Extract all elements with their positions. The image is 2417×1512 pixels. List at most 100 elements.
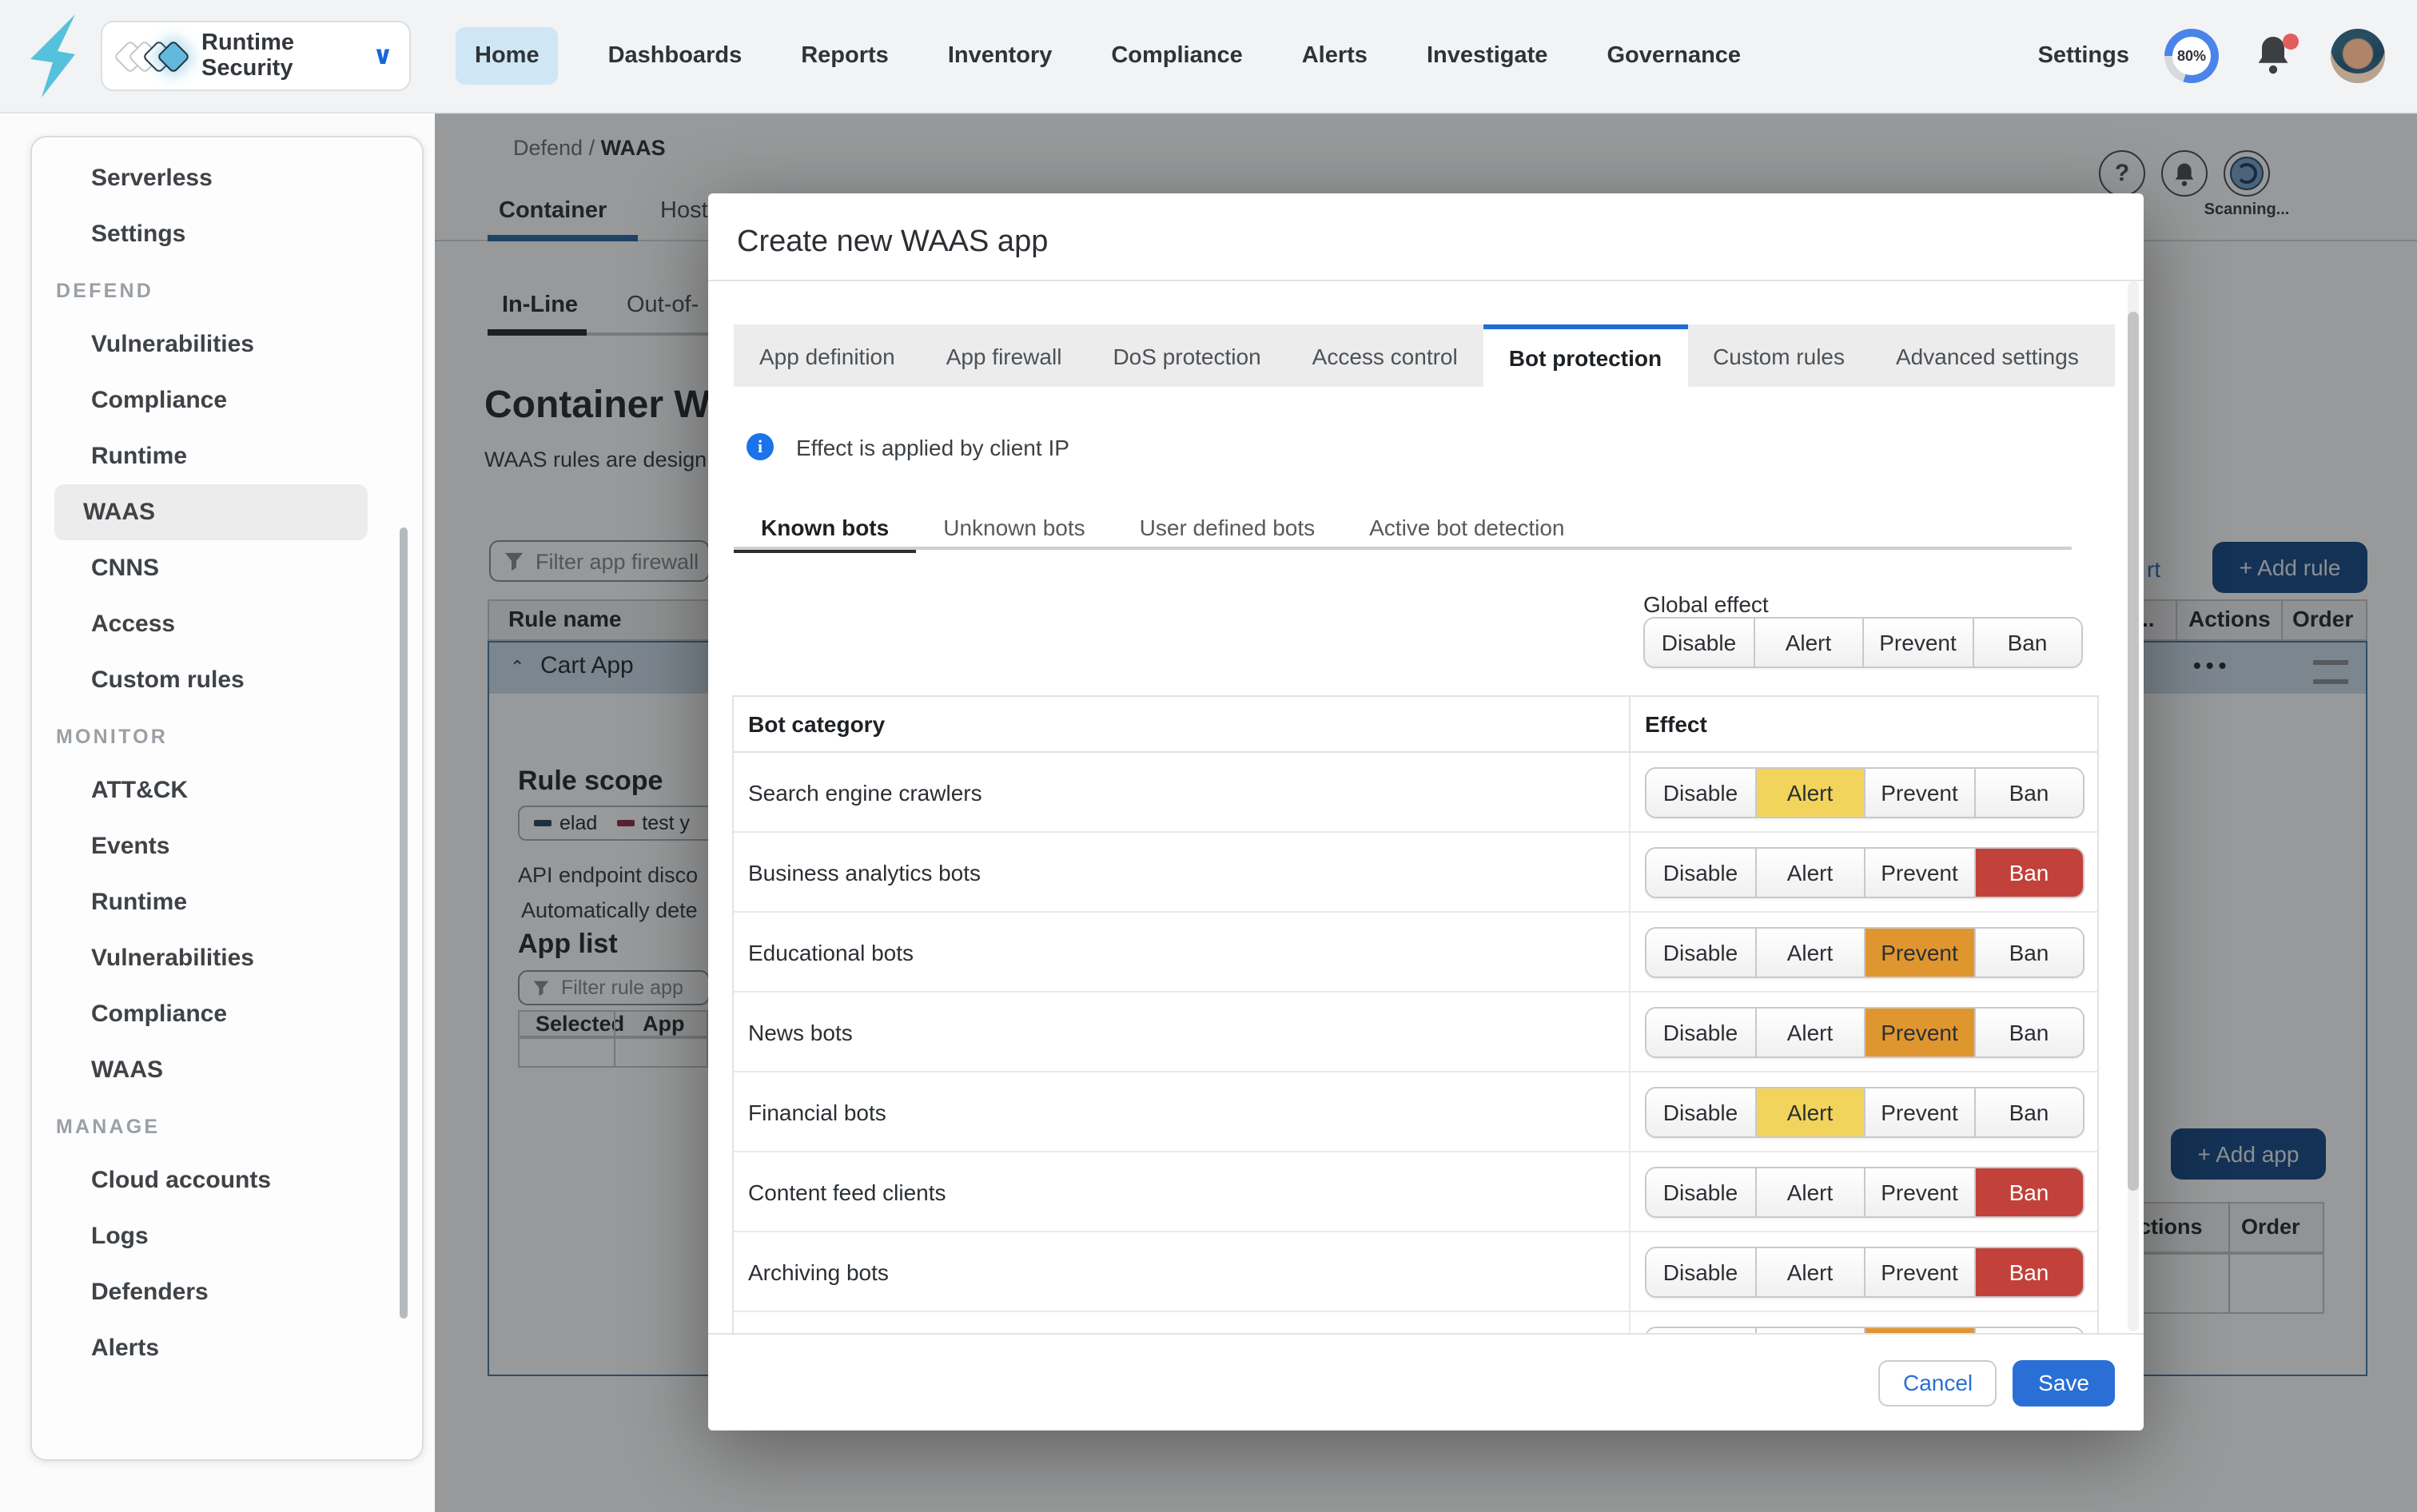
bot-category-label: Archiving bots (734, 1232, 1629, 1311)
nav-item-governance[interactable]: Governance (1597, 27, 1750, 85)
modal-tab-advanced-settings[interactable]: Advanced settings (1870, 324, 2104, 387)
modal-tab-custom-rules[interactable]: Custom rules (1687, 324, 1870, 387)
nav-item-inventory[interactable]: Inventory (938, 27, 1062, 85)
sidebar-item-logs[interactable]: Logs (54, 1208, 368, 1264)
effect-alert-button[interactable]: Alert (1756, 1247, 1866, 1295)
effect-disable-button[interactable]: Disable (1647, 1088, 1756, 1136)
modal-tab-bar: App definitionApp firewallDoS protection… (734, 324, 2115, 387)
sidebar-item-runtime[interactable]: Runtime (54, 874, 368, 930)
effect-prevent-button[interactable]: Prevent (1866, 1168, 1975, 1216)
effect-prevent-button[interactable]: Prevent (1866, 928, 1975, 976)
bot-effect-cell: DisableAlertPreventBan (1629, 833, 2097, 911)
bot-category-table: Bot category Effect Search engine crawle… (732, 695, 2099, 1392)
effect-ban-button[interactable]: Ban (1975, 1168, 2083, 1216)
effect-disable-button[interactable]: Disable (1647, 1008, 1756, 1056)
bot-row: Search engine crawlers DisableAlertPreven… (734, 753, 2097, 833)
bot-effect-group: DisableAlertPreventBan (1645, 926, 2085, 977)
sidebar-section-defend: DEFEND (32, 262, 422, 316)
modal-tab-bot-protection[interactable]: Bot protection (1483, 324, 1687, 387)
sidebar-item-serverless[interactable]: Serverless (54, 150, 368, 206)
effect-ban-button[interactable]: Ban (1975, 1088, 2083, 1136)
sidebar-item-alerts[interactable]: Alerts (54, 1320, 368, 1376)
sidebar-item-defenders[interactable]: Defenders (54, 1264, 368, 1320)
sidebar-item-compliance[interactable]: Compliance (54, 372, 368, 428)
nav-item-compliance[interactable]: Compliance (1101, 27, 1252, 85)
sidebar-item-waas[interactable]: WAAS (54, 1042, 368, 1098)
nav-item-dashboards[interactable]: Dashboards (599, 27, 752, 85)
effect-prevent-button[interactable]: Prevent (1866, 1008, 1975, 1056)
effect-alert-button[interactable]: Alert (1756, 1168, 1866, 1216)
effect-prevent-button[interactable]: Prevent (1866, 848, 1975, 896)
effect-alert-button[interactable]: Alert (1756, 768, 1866, 816)
bot-category-label: Business analytics bots (734, 833, 1629, 911)
bot-effect-group: DisableAlertPreventBan (1645, 1166, 2085, 1217)
modal-tab-access-control[interactable]: Access control (1287, 324, 1483, 387)
top-bar: Runtime Security ∨ Home Dashboards Reports… (0, 0, 2417, 113)
effect-ban-button[interactable]: Ban (1975, 1247, 2083, 1295)
effect-disable-button[interactable]: Disable (1645, 619, 1754, 666)
effect-ban-button[interactable]: Ban (1975, 1008, 2083, 1056)
effect-alert-button[interactable]: Alert (1754, 619, 1864, 666)
global-effect-buttons: DisableAlertPreventBan (1643, 617, 2083, 668)
effect-ban-button[interactable]: Ban (1975, 768, 2083, 816)
nav-item-investigate[interactable]: Investigate (1417, 27, 1558, 85)
cancel-button[interactable]: Cancel (1879, 1359, 1997, 1406)
info-icon: i (747, 433, 774, 460)
modal-footer: Cancel Save (708, 1333, 2144, 1430)
usage-progress-ring[interactable]: 80% (2164, 29, 2219, 83)
bot-row: Archiving botsDisableAlertPreventBan (734, 1232, 2097, 1312)
effect-prevent-button[interactable]: Prevent (1866, 1088, 1975, 1136)
bot-category-label: Content feed clients (734, 1152, 1629, 1231)
main-nav: Home Dashboards Reports Inventory Compliance… (456, 0, 1750, 112)
sidebar-item-vulnerabilities[interactable]: Vulnerabilities (54, 316, 368, 372)
modal-tab-dos-protection[interactable]: DoS protection (1087, 324, 1286, 387)
effect-prevent-button[interactable]: Prevent (1866, 1247, 1975, 1295)
nav-item-home[interactable]: Home (456, 27, 559, 85)
save-button[interactable]: Save (2013, 1359, 2115, 1406)
sidebar-item-compliance[interactable]: Compliance (54, 986, 368, 1042)
effect-alert-button[interactable]: Alert (1756, 928, 1866, 976)
modal-scrollbar-thumb[interactable] (2128, 312, 2139, 1191)
sidebar-item-vulnerabilities[interactable]: Vulnerabilities (54, 930, 368, 986)
sidebar-item-custom-rules[interactable]: Custom rules (54, 652, 368, 708)
sidebar-item-runtime[interactable]: Runtime (54, 428, 368, 484)
effect-ban-button[interactable]: Ban (1973, 619, 2081, 666)
nav-item-alerts[interactable]: Alerts (1292, 27, 1377, 85)
effect-ban-button[interactable]: Ban (1975, 848, 2083, 896)
effect-prevent-button[interactable]: Prevent (1866, 768, 1975, 816)
settings-link[interactable]: Settings (2038, 43, 2129, 69)
modal-info-text: Effect is applied by client IP (796, 434, 1069, 460)
effect-alert-button[interactable]: Alert (1756, 1088, 1866, 1136)
sidebar-scrollbar[interactable] (400, 527, 408, 1319)
effect-alert-button[interactable]: Alert (1756, 848, 1866, 896)
bot-effect-group: DisableAlertPreventBan (1645, 846, 2085, 897)
notifications-bell-icon[interactable] (2254, 34, 2296, 78)
sidebar-item-cloud-accounts[interactable]: Cloud accounts (54, 1152, 368, 1208)
sidebar-item-waas[interactable]: WAAS (54, 484, 368, 540)
modal-info-row: i Effect is applied by client IP (747, 433, 1069, 460)
bot-category-label: Search engine crawlers (734, 753, 1629, 831)
bot-effect-group: DisableAlertPreventBan (1645, 1006, 2085, 1057)
effect-disable-button[interactable]: Disable (1647, 848, 1756, 896)
sidebar-item-settings[interactable]: Settings (54, 206, 368, 262)
effect-disable-button[interactable]: Disable (1647, 928, 1756, 976)
sidebar-item-events[interactable]: Events (54, 818, 368, 874)
modal-tab-app-firewall[interactable]: App firewall (921, 324, 1088, 387)
effect-prevent-button[interactable]: Prevent (1864, 619, 1973, 666)
bot-row: Educational botsDisableAlertPreventBan (734, 913, 2097, 993)
sidebar-item-cnns[interactable]: CNNS (54, 540, 368, 596)
effect-disable-button[interactable]: Disable (1647, 768, 1756, 816)
topbar-right: Settings 80% (2038, 0, 2385, 112)
effect-alert-button[interactable]: Alert (1756, 1008, 1866, 1056)
nav-item-reports[interactable]: Reports (791, 27, 898, 85)
effect-ban-button[interactable]: Ban (1975, 928, 2083, 976)
sidebar-item-access[interactable]: Access (54, 596, 368, 652)
effect-disable-button[interactable]: Disable (1647, 1247, 1756, 1295)
sidebar-item-att-ck[interactable]: ATT&CK (54, 762, 368, 818)
modal-tab-app-definition[interactable]: App definition (734, 324, 921, 387)
user-avatar[interactable] (2331, 29, 2385, 83)
bot-effect-cell: DisableAlertPreventBan (1629, 1232, 2097, 1311)
effect-disable-button[interactable]: Disable (1647, 1168, 1756, 1216)
modal-title: Create new WAAS app (737, 225, 1048, 261)
product-switcher[interactable]: Runtime Security ∨ (101, 21, 411, 91)
